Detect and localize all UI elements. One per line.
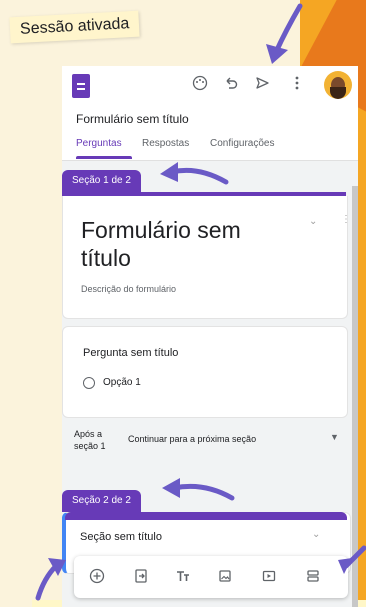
arrow-head — [338, 558, 352, 574]
arrow-head — [160, 162, 178, 182]
arrow-head — [266, 44, 288, 64]
arrow-head — [162, 478, 180, 498]
annotation-arrows — [35, 3, 366, 601]
